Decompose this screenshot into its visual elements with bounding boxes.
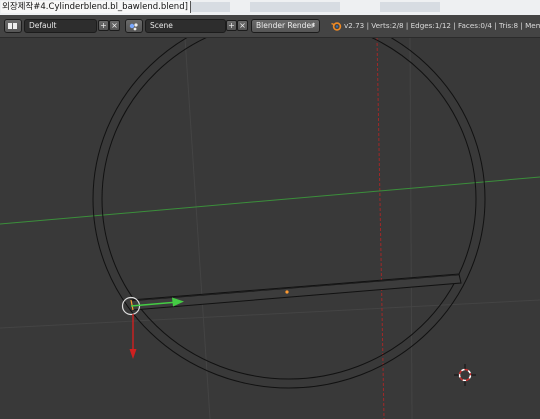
window-title-bar: 외장제작#4.Cylinderblend.bl_bawlend.blend]	[0, 0, 540, 15]
cylinder-inner-ring[interactable]	[101, 38, 477, 380]
scene-statistics: v2.73 | Verts:2/8 | Edges:1/12 | Faces:0…	[344, 19, 540, 33]
scene-field[interactable]: Scene	[145, 19, 226, 33]
screen-layout-icon	[8, 23, 17, 29]
scene-icon	[129, 23, 138, 31]
x-axis-line	[0, 176, 540, 225]
grid-lines	[0, 38, 540, 419]
x-icon: ×	[239, 21, 246, 30]
stat-separator: |	[520, 21, 523, 30]
manipulator-z-arrow[interactable]	[129, 349, 137, 359]
tris-count: Tris:8	[499, 21, 519, 30]
verts-count: Verts:2/8	[371, 21, 404, 30]
screen-layout-value: Default	[29, 21, 57, 30]
cylinder-outer-ring[interactable]	[92, 38, 486, 389]
chevron-updown-icon: ⬍	[310, 22, 316, 29]
object-origin	[285, 290, 289, 294]
3d-viewport[interactable]	[0, 38, 540, 419]
screen-layout-field[interactable]: Default	[24, 19, 97, 33]
stat-separator: |	[453, 21, 456, 30]
title-bar-background	[190, 2, 230, 12]
stat-separator: |	[494, 21, 497, 30]
blender-logo-icon	[331, 22, 342, 31]
stat-separator: |	[405, 21, 409, 30]
scene-value: Scene	[150, 21, 173, 30]
blender-window: 외장제작#4.Cylinderblend.bl_bawlend.blend] D…	[0, 0, 540, 419]
3d-cursor[interactable]	[454, 364, 476, 386]
scene-type-menu[interactable]	[125, 19, 143, 33]
grid-line	[0, 299, 540, 329]
title-bar-background	[380, 2, 440, 12]
title-bar-background	[250, 2, 340, 12]
version-label: v2.73	[344, 21, 365, 30]
viewport-canvas[interactable]	[0, 38, 540, 419]
editor-type-menu[interactable]	[4, 19, 22, 33]
add-scene-button[interactable]: +	[226, 20, 237, 31]
edges-count: Edges:1/12	[410, 21, 451, 30]
x-icon: ×	[111, 21, 118, 30]
window-title: 외장제작#4.Cylinderblend.bl_bawlend.blend]	[1, 1, 191, 13]
grid-line	[409, 38, 413, 419]
memory-usage: Mem:13.02M	[525, 21, 540, 30]
render-engine-menu[interactable]: Blender Render ⬍	[251, 19, 320, 33]
plus-icon: +	[228, 21, 235, 30]
y-axis-line	[376, 38, 385, 419]
plus-icon: +	[100, 21, 107, 30]
stat-separator: |	[366, 21, 369, 30]
render-engine-label: Blender Render	[256, 21, 315, 30]
add-layout-button[interactable]: +	[98, 20, 109, 31]
remove-scene-button[interactable]: ×	[237, 20, 248, 31]
faces-count: Faces:0/4	[458, 21, 493, 30]
remove-layout-button[interactable]: ×	[109, 20, 120, 31]
info-header: Default + × Scene + × Blender Render ⬍ v…	[0, 15, 540, 38]
